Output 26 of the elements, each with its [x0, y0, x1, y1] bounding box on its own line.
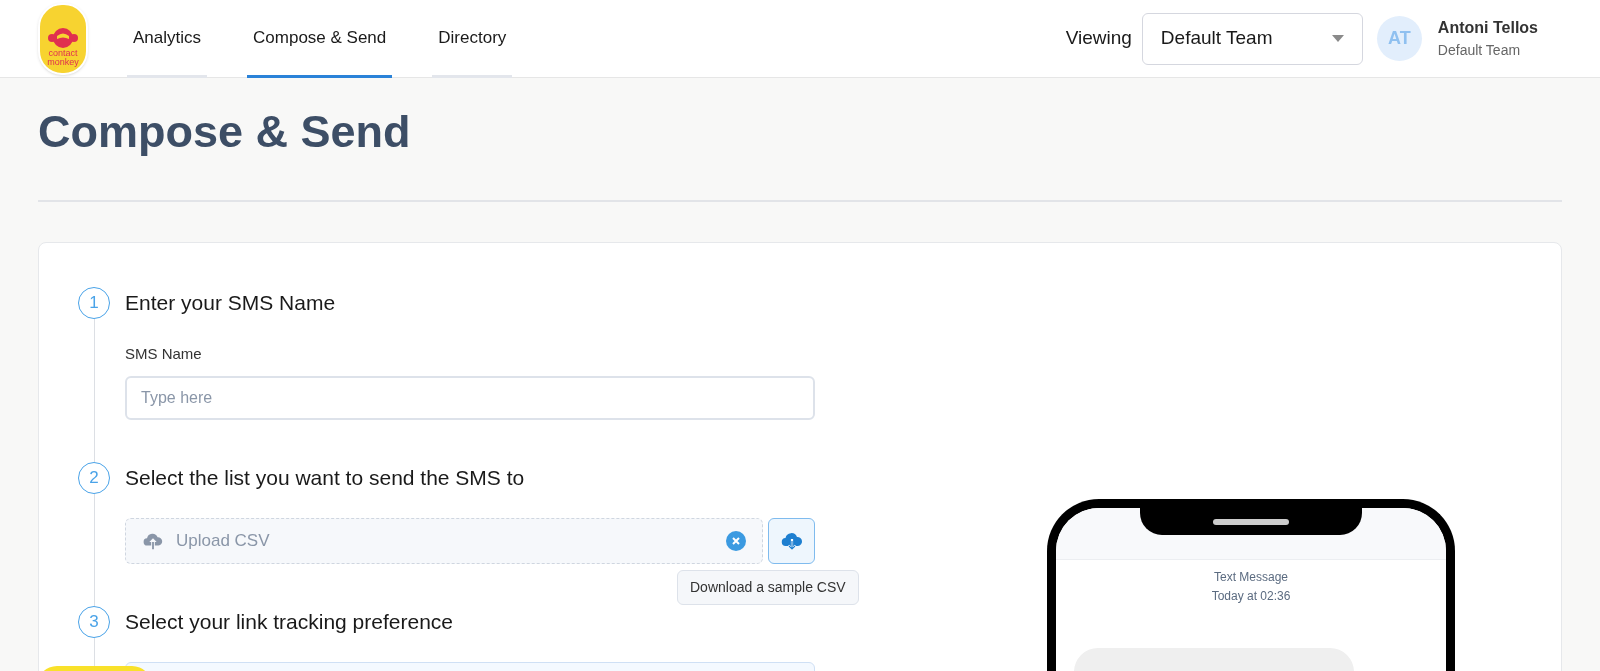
viewing-label: Viewing	[1065, 26, 1132, 51]
message-header: Text Message	[1213, 569, 1288, 586]
logo-text: monkey	[47, 57, 79, 67]
sms-name-field[interactable]: Type here	[125, 375, 815, 420]
nav-tab[interactable]: Directory	[432, 1, 513, 78]
tooltip: Download a sample CSV	[677, 569, 859, 605]
logo-text: contact	[48, 48, 78, 58]
step-number: 3	[78, 605, 110, 638]
message-time: Today at 02:36	[1211, 588, 1291, 605]
user-name: Antoni Tellos	[1437, 18, 1538, 38]
step-title: Select your link tracking preference	[125, 608, 454, 635]
caret-icon	[1331, 35, 1344, 42]
step-title: Select the list you want to send the SMS to	[125, 464, 526, 491]
field-label: SMS Name	[125, 344, 203, 364]
upload-placeholder: Upload CSV	[176, 529, 271, 552]
user-team: Default Team	[1437, 41, 1522, 60]
clear-icon[interactable]	[726, 530, 746, 551]
monkey-icon	[48, 26, 78, 49]
download-button[interactable]	[768, 517, 815, 564]
step-title: Enter your SMS Name	[125, 290, 337, 316]
step-number: 1	[78, 287, 110, 319]
step-number: 2	[78, 461, 110, 494]
nav-tab[interactable]: Analytics	[127, 1, 208, 78]
nav-tab[interactable]: Compose & Send	[247, 1, 393, 78]
team-select[interactable]: Default Team	[1141, 12, 1363, 65]
page-title: Compose & Send	[38, 105, 412, 159]
